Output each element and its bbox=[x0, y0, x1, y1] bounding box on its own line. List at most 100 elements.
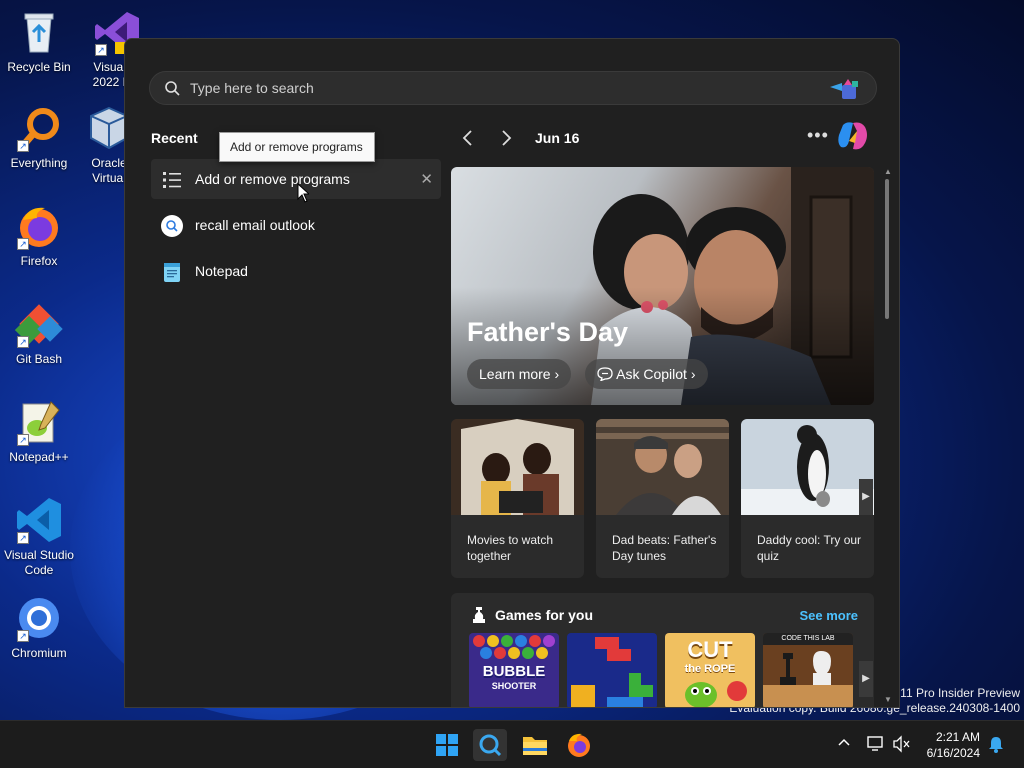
desktop-icon-notepadpp[interactable]: ↗ Notepad++ bbox=[0, 398, 78, 465]
desktop-icon-firefox[interactable]: ↗ Firefox bbox=[0, 202, 78, 269]
chevron-right-icon: › bbox=[690, 366, 696, 382]
game-subtitle: SHOOTER bbox=[491, 681, 537, 691]
mouse-cursor-icon bbox=[297, 182, 311, 208]
vscode-icon: ↗ bbox=[15, 496, 63, 544]
firefox-taskbar-button[interactable] bbox=[562, 729, 596, 761]
desktop-icon-everything[interactable]: ↗ Everything bbox=[0, 104, 78, 171]
next-arrow-icon[interactable] bbox=[501, 129, 513, 152]
desktop-icon-label: Chromium bbox=[11, 646, 67, 660]
ask-copilot-label: Ask Copilot bbox=[616, 366, 687, 382]
blocks-art bbox=[571, 637, 653, 707]
volume-muted-icon[interactable] bbox=[892, 735, 912, 768]
ask-copilot-button[interactable]: Ask Copilot › bbox=[585, 359, 708, 389]
hero-card-fathers-day[interactable]: Father's Day Learn more › Ask Copilot › bbox=[451, 167, 874, 405]
recent-item-notepad[interactable]: Notepad bbox=[151, 251, 441, 291]
desktop-icon-git-bash[interactable]: ↗ Git Bash bbox=[0, 300, 78, 367]
taskbar-clock[interactable]: 2:21 AM 6/16/2024 bbox=[927, 729, 980, 761]
learn-more-label: Learn more bbox=[479, 366, 551, 382]
recent-item-recall-email-outlook[interactable]: recall email outlook bbox=[151, 205, 441, 245]
card-dad-beats[interactable]: Dad beats: Father's Day tunes bbox=[596, 419, 729, 578]
desktop-icon-chromium[interactable]: ↗ Chromium bbox=[0, 594, 78, 661]
card-thumbnail bbox=[596, 419, 729, 515]
card-thumbnail bbox=[451, 419, 584, 515]
close-icon[interactable]: ✕ bbox=[420, 170, 433, 188]
see-more-link[interactable]: See more bbox=[799, 608, 858, 623]
clock-time: 2:21 AM bbox=[935, 730, 980, 744]
scroll-up-icon[interactable]: ▲ bbox=[884, 167, 892, 176]
search-box[interactable] bbox=[149, 71, 877, 105]
shortcut-arrow-icon: ↗ bbox=[17, 434, 29, 446]
firefox-icon bbox=[568, 733, 590, 757]
everything-icon: ↗ bbox=[15, 104, 63, 152]
recent-item-label: recall email outlook bbox=[195, 217, 315, 233]
game-blocks[interactable] bbox=[567, 633, 657, 707]
search-panel: Recent Add or remove programs Add or rem… bbox=[124, 38, 900, 708]
search-icon bbox=[164, 80, 180, 101]
recent-heading: Recent bbox=[151, 130, 198, 146]
search-input[interactable] bbox=[190, 76, 790, 100]
hero-title: Father's Day bbox=[467, 317, 628, 347]
recent-item-add-remove-programs[interactable]: Add or remove programs ✕ bbox=[151, 159, 441, 199]
learn-more-button[interactable]: Learn more › bbox=[467, 359, 572, 389]
chevron-right-icon: › bbox=[554, 366, 560, 382]
game-bubble-shooter[interactable]: BUBBLE SHOOTER bbox=[469, 633, 559, 707]
network-icon[interactable] bbox=[866, 735, 886, 768]
previous-arrow-icon[interactable] bbox=[461, 129, 473, 152]
shortcut-arrow-icon: ↗ bbox=[95, 44, 107, 56]
chess-art bbox=[763, 651, 853, 707]
card-label: Daddy cool: Try our quiz bbox=[757, 533, 862, 563]
card-movies[interactable]: Movies to watch together bbox=[451, 419, 584, 578]
shortcut-arrow-icon: ↗ bbox=[17, 140, 29, 152]
shortcut-arrow-icon: ↗ bbox=[17, 532, 29, 544]
firefox-icon: ↗ bbox=[15, 202, 63, 250]
copilot-icon[interactable] bbox=[837, 121, 869, 156]
desktop-icon-label: Everything bbox=[10, 156, 68, 170]
scroll-down-icon[interactable]: ▼ bbox=[884, 695, 892, 704]
game-cut-the-rope[interactable]: CUT the ROPE bbox=[665, 633, 755, 707]
cards-next-arrow-icon[interactable]: ▶ bbox=[859, 479, 873, 515]
card-label: Dad beats: Father's Day tunes bbox=[612, 533, 717, 563]
git-bash-icon: ↗ bbox=[14, 300, 63, 348]
shortcut-arrow-icon: ↗ bbox=[17, 336, 29, 348]
games-next-arrow-icon[interactable]: ▶ bbox=[859, 661, 873, 697]
shortcut-arrow-icon: ↗ bbox=[17, 630, 29, 642]
game-title: BUBBLE bbox=[482, 663, 546, 680]
desktop-icon-label: Visual Studio Code bbox=[4, 548, 74, 577]
desktop-icon-label: Git Bash bbox=[15, 352, 63, 366]
recycle-bin-icon bbox=[15, 8, 63, 56]
search-highlight-icon[interactable] bbox=[828, 77, 862, 106]
om-nom-art bbox=[685, 681, 747, 707]
card-label: Movies to watch together bbox=[467, 533, 554, 563]
scrollbar-thumb[interactable] bbox=[885, 179, 889, 319]
tooltip: Add or remove programs bbox=[219, 132, 375, 162]
game-chess[interactable]: CODE THIS LAB bbox=[763, 633, 853, 707]
recent-item-label: Notepad bbox=[195, 263, 248, 279]
start-button[interactable] bbox=[430, 729, 464, 761]
search-icon bbox=[161, 215, 183, 237]
show-hidden-icons-chevron-icon[interactable] bbox=[836, 735, 852, 768]
settings-list-icon bbox=[161, 169, 183, 191]
card-daddy-cool[interactable]: Daddy cool: Try our quiz bbox=[741, 419, 874, 578]
desktop-icon-label: Firefox bbox=[20, 254, 58, 268]
more-options-icon[interactable]: ••• bbox=[807, 125, 829, 146]
desktop-icon-label: Recycle Bin bbox=[7, 60, 71, 74]
notification-bell-icon[interactable] bbox=[988, 735, 1004, 768]
file-explorer-button[interactable] bbox=[518, 729, 552, 761]
taskbar: 2:21 AM 6/16/2024 bbox=[0, 720, 1024, 768]
notepad-icon bbox=[161, 261, 183, 283]
desktop-icon-label: Notepad++ bbox=[9, 450, 69, 464]
chess-piece-icon bbox=[471, 606, 487, 629]
notepadpp-icon: ↗ bbox=[15, 398, 63, 446]
desktop-icon-vscode[interactable]: ↗ Visual Studio Code bbox=[0, 496, 78, 578]
search-icon bbox=[479, 734, 502, 757]
highlights-date: Jun 16 bbox=[535, 130, 580, 146]
games-title: Games for you bbox=[495, 607, 594, 623]
recent-item-label: Add or remove programs bbox=[195, 171, 350, 187]
desktop-icon-recycle-bin[interactable]: Recycle Bin bbox=[0, 8, 78, 75]
shortcut-arrow-icon: ↗ bbox=[17, 238, 29, 250]
taskbar-search-button[interactable] bbox=[473, 729, 507, 761]
card-thumbnail bbox=[741, 419, 874, 515]
folder-icon bbox=[523, 737, 547, 755]
chat-bubble-icon bbox=[597, 366, 616, 382]
clock-date: 6/16/2024 bbox=[926, 746, 980, 760]
